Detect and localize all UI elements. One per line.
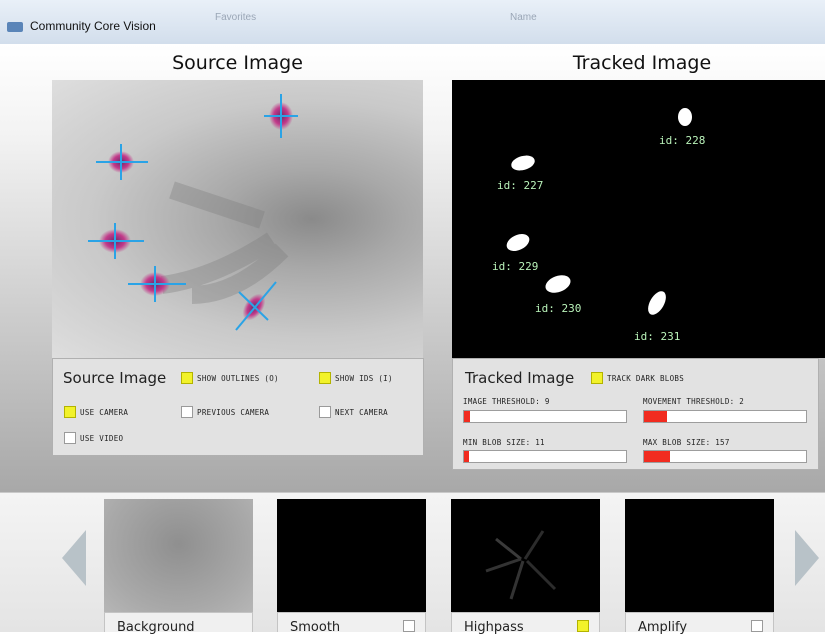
image-threshold-label: IMAGE THRESHOLD: 9 <box>463 397 550 406</box>
background-window-text: Favorites <box>215 12 257 23</box>
filter-name: Highpass <box>464 620 524 635</box>
source-panel-title: Source Image <box>63 369 167 387</box>
highpass-noise <box>485 530 557 600</box>
source-controls-panel: Source Image SHOW OUTLINES (O) SHOW IDS … <box>52 358 424 456</box>
slider-fill <box>644 451 670 462</box>
window-title-bar: Community Core Vision Favorites Name <box>0 0 825 45</box>
previous-camera-label: PREVIOUS CAMERA <box>197 408 270 417</box>
tracked-image-view[interactable]: id: 228 id: 227 id: 229 id: 230 id: 231 <box>452 80 825 358</box>
filter-name: Background <box>117 620 195 635</box>
blob-marker <box>96 144 148 180</box>
track-dark-blobs-checkbox[interactable] <box>591 372 603 384</box>
use-video-label: USE VIDEO <box>80 434 124 443</box>
filter-caption: Amplify <box>625 612 774 635</box>
min-blob-size-slider[interactable] <box>463 450 627 463</box>
movement-threshold-label: MOVEMENT THRESHOLD: 2 <box>643 397 745 406</box>
filter-name: Amplify <box>638 620 688 635</box>
blob-id-label: id: 227 <box>497 179 544 192</box>
show-ids-checkbox[interactable] <box>319 372 331 384</box>
blob-id-label: id: 229 <box>492 260 539 273</box>
tracked-controls-panel: Tracked Image TRACK DARK BLOBS IMAGE THR… <box>452 358 819 470</box>
min-blob-size-label: MIN BLOB SIZE: 11 <box>463 438 545 447</box>
source-image-heading: Source Image <box>172 52 303 74</box>
use-video-checkbox[interactable] <box>64 432 76 444</box>
source-hand-overlay <box>88 94 298 331</box>
previous-camera-checkbox[interactable] <box>181 406 193 418</box>
previous-filter-arrow[interactable] <box>62 530 86 586</box>
show-ids-label: SHOW IDS (I) <box>335 374 393 383</box>
max-blob-size-slider[interactable] <box>643 450 807 463</box>
max-blob-size-label: MAX BLOB SIZE: 157 <box>643 438 730 447</box>
tracked-blob <box>678 108 692 126</box>
filter-name: Smooth <box>290 620 341 635</box>
filter-preview <box>625 499 774 612</box>
slider-fill <box>464 451 469 462</box>
filter-card-amplify[interactable]: Amplify <box>625 499 774 635</box>
tracked-blob <box>543 272 573 296</box>
show-outlines-label: SHOW OUTLINES (O) <box>197 374 279 383</box>
filter-caption: Smooth <box>277 612 426 635</box>
filter-caption: Background <box>104 612 253 635</box>
next-filter-arrow[interactable] <box>795 530 819 586</box>
source-image-view[interactable] <box>52 80 423 358</box>
tracked-panel-title: Tracked Image <box>465 369 575 387</box>
blob-id-label: id: 230 <box>535 302 582 315</box>
window-title: Community Core Vision <box>30 19 156 33</box>
filter-card-highpass[interactable]: Highpass <box>451 499 600 635</box>
slider-fill <box>464 411 470 422</box>
filter-caption: Highpass <box>451 612 600 635</box>
next-camera-label: NEXT CAMERA <box>335 408 388 417</box>
filter-preview <box>104 499 253 612</box>
filter-card-smooth[interactable]: Smooth <box>277 499 426 635</box>
app-icon <box>7 22 23 32</box>
amplify-checkbox[interactable] <box>751 620 763 632</box>
tracked-blob <box>503 230 533 255</box>
filter-preview <box>451 499 600 612</box>
blob-marker <box>264 94 298 138</box>
filter-preview <box>277 499 426 612</box>
show-outlines-checkbox[interactable] <box>181 372 193 384</box>
use-camera-label: USE CAMERA <box>80 408 129 417</box>
highpass-checkbox[interactable] <box>577 620 589 632</box>
smooth-checkbox[interactable] <box>403 620 415 632</box>
blob-id-label: id: 231 <box>634 330 681 343</box>
tracked-blob <box>644 288 670 318</box>
filter-card-background[interactable]: Background <box>104 499 253 635</box>
blob-id-label: id: 228 <box>659 134 706 147</box>
track-dark-blobs-label: TRACK DARK BLOBS <box>607 374 685 383</box>
movement-threshold-slider[interactable] <box>643 410 807 423</box>
next-camera-checkbox[interactable] <box>319 406 331 418</box>
image-threshold-slider[interactable] <box>463 410 627 423</box>
slider-fill <box>644 411 667 422</box>
use-camera-checkbox[interactable] <box>64 406 76 418</box>
tracked-image-heading: Tracked Image <box>572 52 712 74</box>
blob-marker <box>128 266 186 302</box>
background-window-text: Name <box>510 12 537 23</box>
tracked-blob <box>509 153 537 173</box>
blob-marker <box>88 223 144 259</box>
